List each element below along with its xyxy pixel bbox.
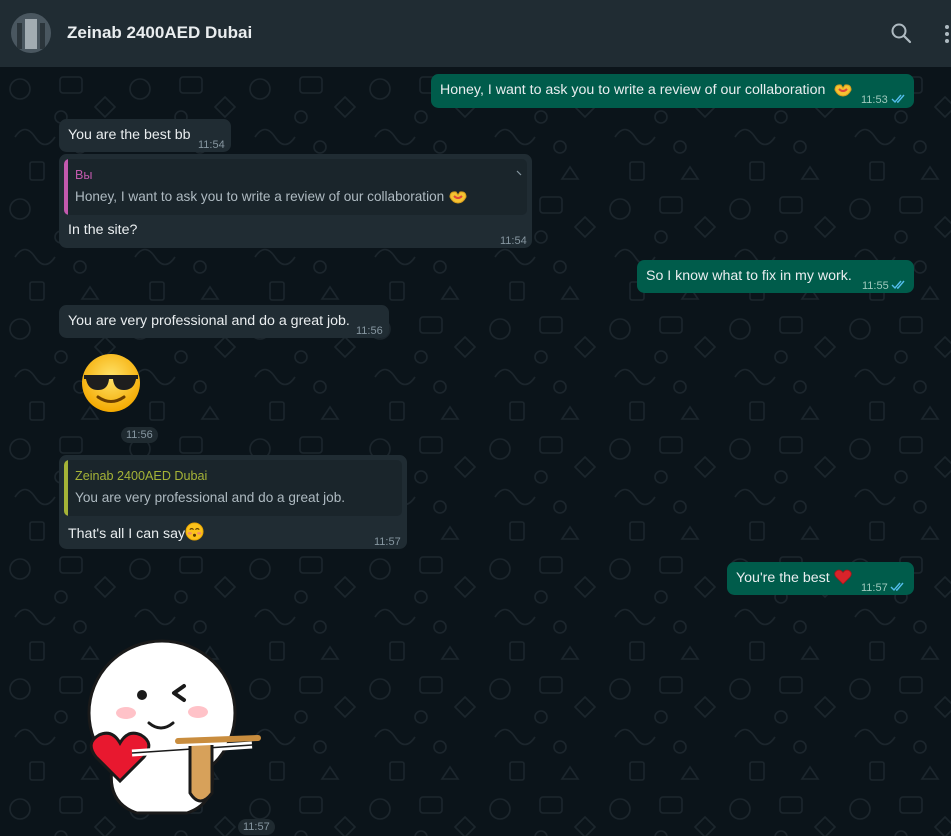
quote-bar <box>64 460 68 516</box>
menu-icon[interactable] <box>943 24 951 49</box>
quote-author: Вы <box>75 168 93 182</box>
message-text: So I know what to fix in my work. <box>646 268 852 284</box>
blushing-face-icon <box>185 522 204 547</box>
message-incoming[interactable]: You are very professional and do a great… <box>59 305 389 338</box>
message-outgoing[interactable]: You're the best 11:57 <box>727 562 914 595</box>
message-time: 11:57 <box>374 536 401 548</box>
quote-bar <box>64 159 68 215</box>
message-time: 11:54 <box>500 235 527 247</box>
quote-text: Honey, I want to ask you to write a revi… <box>75 187 517 209</box>
chevron-down-icon[interactable] <box>516 164 524 183</box>
message-text: Honey, I want to ask you to write a revi… <box>440 82 826 98</box>
message-text: In the site? <box>68 222 138 238</box>
message-time: 11:53 <box>861 94 888 106</box>
message-time: 11:54 <box>198 139 225 151</box>
contact-name[interactable]: Zeinab 2400AED Dubai <box>67 23 252 43</box>
message-time: 11:56 <box>356 325 383 337</box>
quote-text: You are very professional and do a great… <box>75 490 346 505</box>
heart-slingshot-sticker-icon <box>87 639 261 815</box>
sticker-message[interactable] <box>78 351 150 415</box>
read-ticks-icon <box>891 91 907 110</box>
quote-author: Zeinab 2400AED Dubai <box>75 469 208 483</box>
message-text: You are very professional and do a great… <box>68 313 350 329</box>
message-time: 11:57 <box>861 582 888 594</box>
message-text: You're the best <box>736 569 852 591</box>
heart-hands-icon <box>448 190 468 209</box>
read-ticks-icon <box>890 579 906 598</box>
quoted-message[interactable]: Zeinab 2400AED Dubai You are very profes… <box>64 460 402 516</box>
message-text: That's all I can say <box>68 522 204 547</box>
message-incoming-reply[interactable]: Вы Honey, I want to ask you to write a r… <box>59 154 532 248</box>
quoted-message[interactable]: Вы Honey, I want to ask you to write a r… <box>64 159 527 215</box>
chat-header: Zeinab 2400AED Dubai <box>0 0 951 67</box>
message-outgoing[interactable]: Honey, I want to ask you to write a revi… <box>431 74 914 108</box>
message-text: You are the best bb <box>68 127 191 143</box>
sticker-message[interactable] <box>82 633 272 819</box>
sunglasses-emoji-icon <box>82 354 140 412</box>
message-time: 11:57 <box>238 819 275 835</box>
message-incoming-reply[interactable]: Zeinab 2400AED Dubai You are very profes… <box>59 455 407 549</box>
message-incoming[interactable]: You are the best bb 11:54 <box>59 119 231 152</box>
message-time: 11:55 <box>862 280 889 292</box>
contact-avatar[interactable] <box>11 13 51 53</box>
read-ticks-icon <box>891 277 907 296</box>
red-heart-icon <box>833 569 852 591</box>
message-outgoing[interactable]: So I know what to fix in my work. 11:55 <box>637 260 914 293</box>
heart-hands-icon <box>833 83 853 103</box>
search-icon[interactable] <box>890 22 912 49</box>
chat-area[interactable]: Honey, I want to ask you to write a revi… <box>0 67 951 836</box>
message-time: 11:56 <box>121 427 158 443</box>
